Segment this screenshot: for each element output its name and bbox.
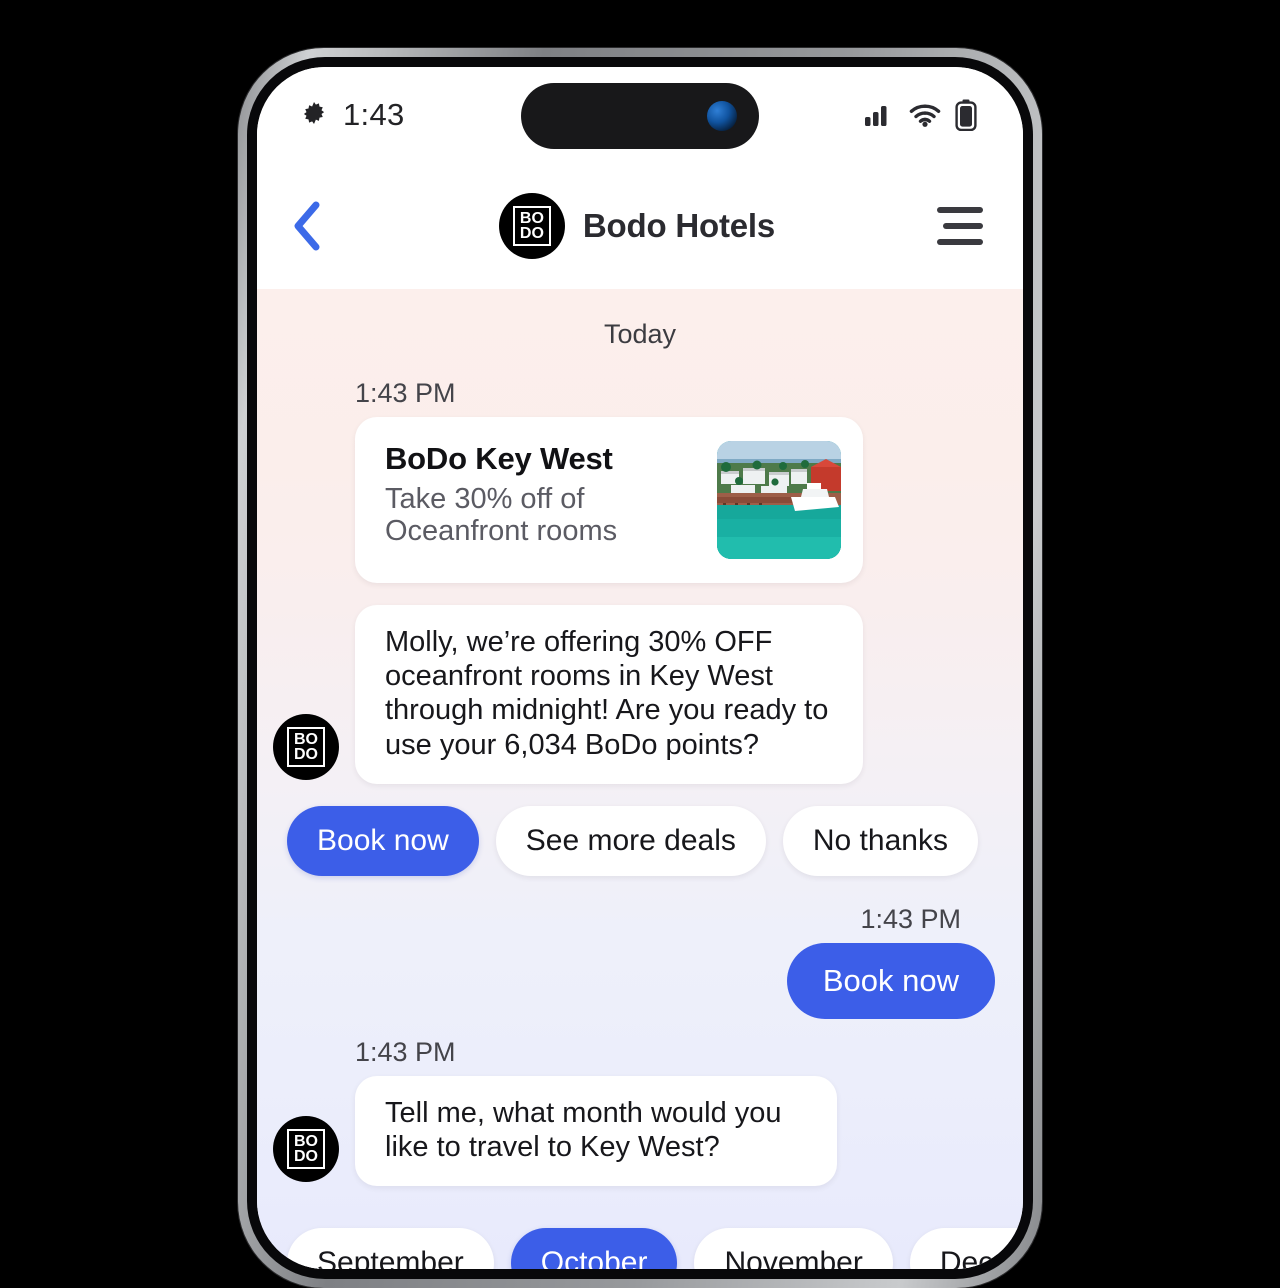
quick-reply-november[interactable]: November — [694, 1228, 893, 1269]
status-bar-right — [864, 99, 977, 131]
bodo-logo-icon: BO DO — [498, 193, 565, 259]
message-timestamp: 1:43 PM — [355, 1036, 456, 1067]
quick-reply-row: Book now See more deals No thanks — [257, 784, 1023, 876]
quick-reply-september[interactable]: September — [287, 1228, 494, 1269]
offer-card-subtitle: Take 30% off of Oceanfront rooms — [385, 483, 618, 548]
message-bubble: Molly, we’re offering 30% OFF oceanfront… — [355, 605, 863, 784]
status-bar-time: 1:43 — [343, 97, 405, 132]
status-bar-left: 1:43 — [299, 97, 405, 133]
back-button[interactable] — [291, 200, 345, 252]
wifi-icon — [909, 104, 941, 127]
phone-bezel: 1:43 BO DO Bodo Hotels Today 1:43 PM BoD… — [247, 57, 1033, 1279]
bodo-logo-top: BO — [519, 209, 544, 227]
offer-card-text: BoDo Key West Take 30% off of Oceanfront… — [385, 441, 701, 548]
gear-icon — [303, 102, 325, 124]
phone-screen: 1:43 BO DO Bodo Hotels Today 1:43 PM BoD… — [257, 67, 1023, 1269]
offer-card[interactable]: BoDo Key West Take 30% off of Oceanfront… — [355, 417, 863, 583]
month-quick-reply-row: September October November December — [257, 1206, 1023, 1269]
message-row-incoming: BO DO Tell me, what month would you like… — [257, 1075, 1023, 1187]
quick-reply-see-more-deals[interactable]: See more deals — [495, 805, 766, 876]
quick-reply-book-now[interactable]: Book now — [287, 805, 479, 876]
avatar: BO DO — [273, 1116, 339, 1183]
avatar-logo-bottom: DO — [294, 745, 318, 763]
avatar-logo-bottom: DO — [294, 1148, 318, 1166]
chat-message-list[interactable]: Today 1:43 PM BoDo Key West Take 30% off… — [257, 289, 1023, 1269]
avatar-logo-top: BO — [294, 1133, 318, 1151]
hamburger-menu-icon[interactable] — [929, 207, 983, 245]
phone-frame: 1:43 BO DO Bodo Hotels Today 1:43 PM BoD… — [238, 48, 1042, 1288]
quick-reply-october[interactable]: October — [510, 1228, 678, 1269]
avatar-slot: BO DO — [257, 713, 355, 784]
page-title: Bodo Hotels — [582, 207, 776, 244]
front-camera-icon — [707, 101, 737, 131]
outgoing-message-bubble: Book now — [786, 942, 995, 1019]
message-row-incoming: BO DO Molly, we’re offering 30% OFF ocea… — [257, 605, 1023, 784]
resort-aerial-photo — [717, 441, 841, 559]
hamburger-line — [943, 223, 983, 229]
avatar-logo-top: BO — [294, 730, 318, 748]
quick-reply-december[interactable]: December — [909, 1228, 1023, 1269]
hamburger-line — [937, 239, 983, 245]
avatar-slot: BO DO — [257, 1116, 355, 1186]
offer-card-thumbnail — [717, 441, 841, 559]
header-brand: BO DO Bodo Hotels — [345, 193, 929, 259]
day-divider: Today — [603, 319, 677, 349]
hamburger-line — [937, 207, 983, 213]
quick-reply-no-thanks[interactable]: No thanks — [782, 805, 978, 876]
chevron-left-icon — [294, 201, 320, 251]
app-header: BO DO Bodo Hotels — [257, 163, 1023, 289]
battery-icon — [955, 99, 977, 131]
message-timestamp: 1:43 PM — [355, 378, 456, 408]
avatar: BO DO — [273, 713, 339, 780]
dynamic-island — [521, 83, 759, 149]
cellular-signal-icon — [865, 106, 887, 126]
message-bubble: Tell me, what month would you like to tr… — [355, 1075, 837, 1187]
bodo-logo-bottom: DO — [519, 225, 544, 242]
status-bar: 1:43 — [257, 67, 1023, 163]
message-row-outgoing: Book now — [257, 942, 1023, 1019]
message-timestamp: 1:43 PM — [860, 903, 961, 934]
offer-card-title: BoDo Key West — [385, 441, 613, 476]
